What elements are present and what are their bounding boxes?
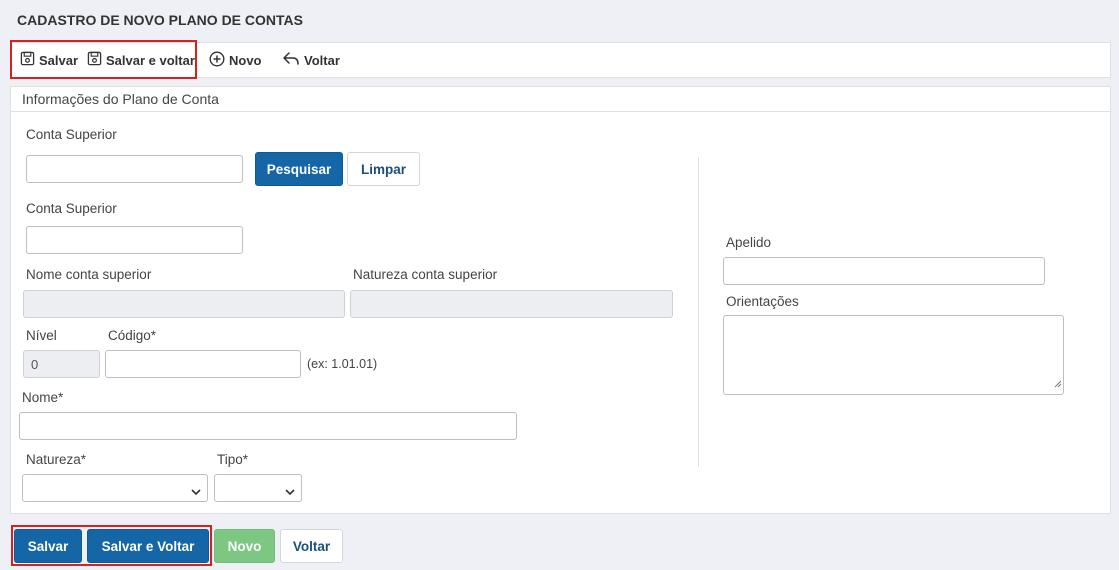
parent-account-input[interactable]	[26, 226, 243, 254]
chevron-down-icon	[285, 483, 295, 501]
parent-nature-input	[350, 290, 673, 318]
toolbar-save-button[interactable]: Salvar	[20, 43, 78, 77]
code-hint: (ex: 1.01.01)	[307, 357, 378, 371]
guidance-label: Orientações	[726, 294, 799, 309]
chevron-down-icon	[191, 483, 201, 501]
toolbar-save-back-label: Salvar e voltar	[106, 52, 195, 68]
column-divider	[698, 157, 699, 467]
toolbar-save-label: Salvar	[39, 52, 79, 68]
parent-account-search-label: Conta Superior	[26, 127, 117, 142]
toolbar-new-label: Novo	[229, 52, 262, 68]
account-plan-panel: Informações do Plano de Conta Conta Supe…	[10, 86, 1111, 514]
code-label: Código*	[108, 328, 157, 343]
floppy-disk-icon	[87, 51, 106, 69]
toolbar-new-button[interactable]: Novo	[209, 43, 262, 77]
parent-nature-label: Natureza conta superior	[353, 267, 498, 282]
type-select[interactable]	[214, 474, 302, 502]
parent-account-search-input[interactable]	[26, 155, 243, 183]
level-input	[23, 350, 100, 378]
footer-back-button[interactable]: Voltar	[280, 529, 343, 563]
parent-name-label: Nome conta superior	[26, 267, 152, 282]
toolbar-back-button[interactable]: Voltar	[282, 43, 340, 77]
top-toolbar: Salvar Salvar e voltar Novo Voltar	[10, 42, 1111, 78]
reply-arrow-icon	[282, 51, 304, 69]
toolbar-save-back-button[interactable]: Salvar e voltar	[87, 43, 195, 77]
floppy-disk-icon	[20, 51, 39, 69]
footer-save-button[interactable]: Salvar	[14, 529, 82, 563]
parent-account-label: Conta Superior	[26, 201, 117, 216]
page-title: CADASTRO DE NOVO PLANO DE CONTAS	[17, 12, 303, 28]
plus-circle-icon	[209, 50, 229, 70]
nature-label: Natureza*	[26, 452, 87, 467]
level-label: Nível	[26, 328, 57, 343]
footer-save-back-button[interactable]: Salvar e Voltar	[87, 529, 209, 563]
code-input[interactable]	[105, 350, 301, 378]
nature-select[interactable]	[22, 474, 208, 502]
guidance-textarea-wrap	[723, 315, 1064, 395]
toolbar-back-label: Voltar	[304, 52, 340, 68]
footer-new-button[interactable]: Novo	[214, 529, 275, 563]
resize-grip-icon[interactable]	[1054, 375, 1062, 393]
guidance-textarea[interactable]	[723, 315, 1064, 395]
clear-button[interactable]: Limpar	[347, 152, 420, 186]
search-button[interactable]: Pesquisar	[255, 152, 343, 186]
panel-title: Informações do Plano de Conta	[22, 91, 219, 107]
type-label: Tipo*	[217, 452, 249, 467]
nickname-label: Apelido	[726, 235, 772, 250]
nickname-input[interactable]	[723, 257, 1045, 285]
panel-header: Informações do Plano de Conta	[11, 87, 1110, 112]
parent-name-input	[23, 290, 345, 318]
name-input[interactable]	[19, 412, 517, 440]
name-label: Nome*	[22, 390, 64, 405]
